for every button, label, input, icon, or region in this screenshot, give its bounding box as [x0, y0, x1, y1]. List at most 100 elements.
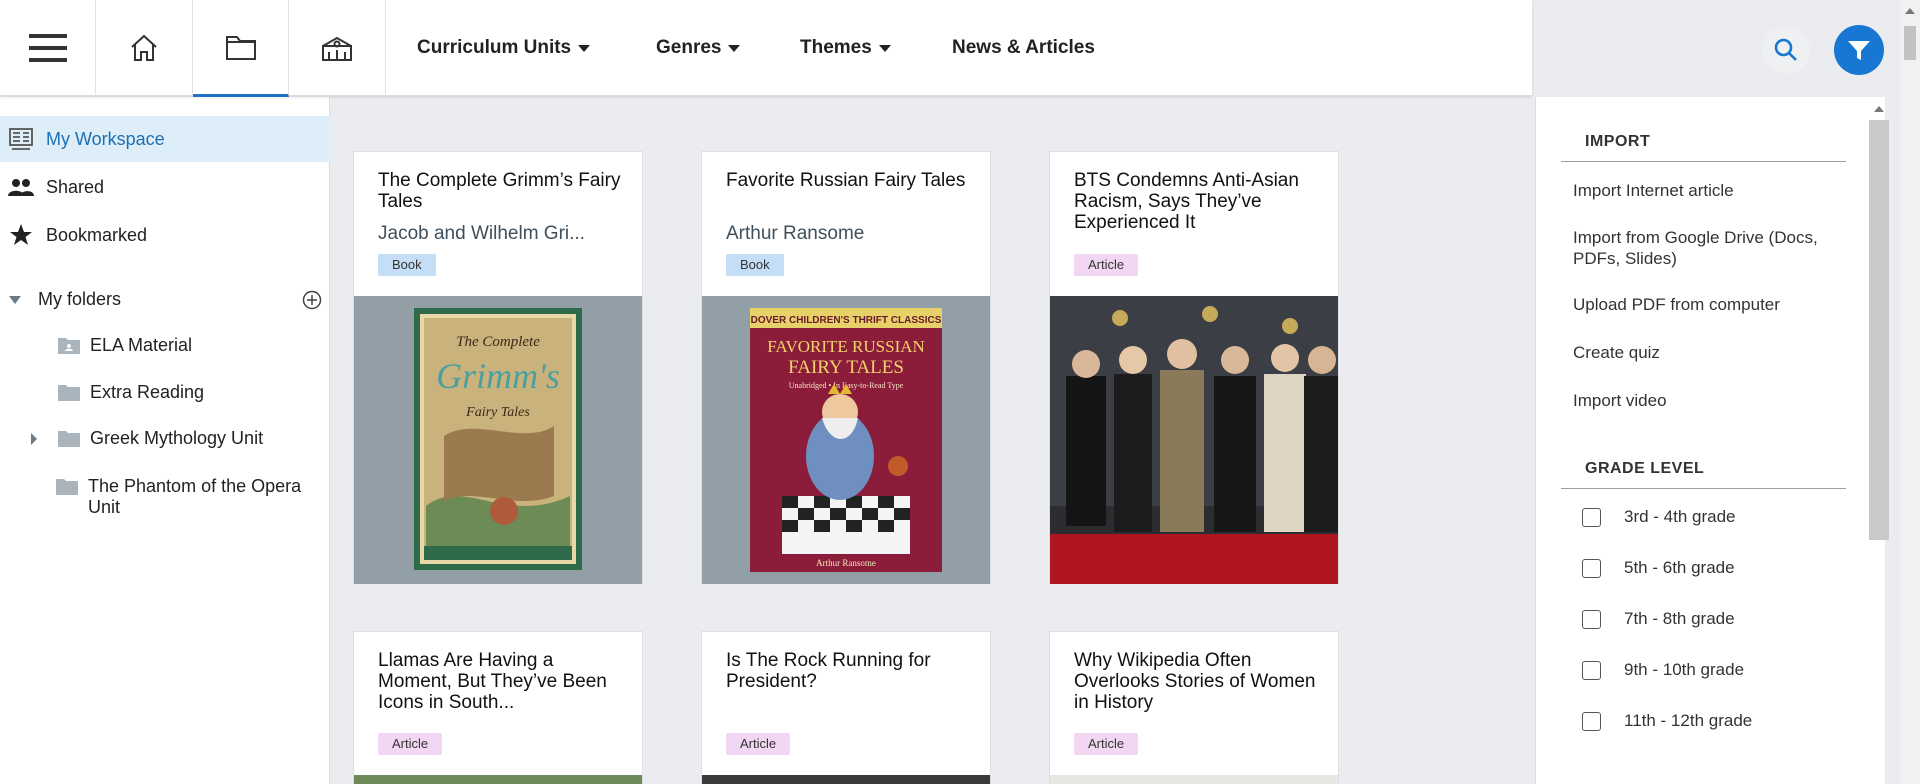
folder-icon	[56, 479, 78, 495]
add-circle-icon	[302, 290, 322, 310]
caret-down-icon	[9, 295, 21, 304]
scroll-up-arrow[interactable]	[1905, 8, 1915, 14]
menu-genres[interactable]: Genres	[656, 0, 741, 96]
content-card[interactable]: The Complete Grimm’s Fairy Tales Jacob a…	[353, 151, 643, 584]
sidebar-item-my-workspace[interactable]: My Workspace	[0, 116, 330, 162]
page-scrollbar[interactable]	[1900, 0, 1920, 784]
book-cover-image: DOVER CHILDREN'S THRIFT CLASSICS FAVORIT…	[702, 296, 990, 584]
menu-label: News & Articles	[952, 37, 1095, 58]
menu-news-articles[interactable]: News & Articles	[952, 0, 1095, 96]
workspace-icon	[8, 126, 34, 152]
search-icon	[1774, 38, 1797, 61]
page-scrollbar-thumb[interactable]	[1904, 26, 1916, 60]
add-folder-button[interactable]	[302, 290, 322, 315]
grade-label: 7th - 8th grade	[1624, 609, 1735, 628]
menu-label: Themes	[800, 37, 872, 58]
sidebar-item-label: My Workspace	[46, 128, 165, 149]
content-card[interactable]: Favorite Russian Fairy Tales Arthur Rans…	[701, 151, 991, 584]
folder-item-ela-material[interactable]: ELA Material	[58, 335, 192, 356]
caret-down-icon	[878, 44, 891, 52]
content-card[interactable]: Is The Rock Running for President? Artic…	[701, 631, 991, 784]
import-google-drive[interactable]: Import from Google Drive (Docs, PDFs, Sl…	[1573, 227, 1853, 269]
grade-label: 11th - 12th grade	[1624, 711, 1753, 730]
card-type-badge: Book	[726, 254, 784, 276]
card-type-badge: Book	[378, 254, 436, 276]
top-navigation-bar: Curriculum Units Genres Themes News & Ar…	[0, 0, 1884, 97]
card-author: Arthur Ransome	[726, 223, 865, 244]
grade-option[interactable]: 9th - 10th grade	[1582, 660, 1744, 680]
home-icon	[131, 34, 157, 61]
article-photo	[1050, 775, 1338, 784]
menu-curriculum-units[interactable]: Curriculum Units	[417, 0, 591, 96]
upload-pdf[interactable]: Upload PDF from computer	[1573, 294, 1853, 315]
star-icon	[8, 222, 34, 248]
folder-item-phantom-of-the-opera-unit[interactable]: The Phantom of the Opera Unit	[56, 476, 326, 518]
expand-folder-toggle[interactable]	[30, 432, 38, 451]
checkbox[interactable]	[1582, 609, 1601, 629]
card-type-badge: Article	[1074, 254, 1139, 276]
search-button[interactable]	[1762, 26, 1810, 74]
library-button[interactable]	[289, 0, 386, 96]
checkbox[interactable]	[1582, 507, 1601, 527]
card-title: BTS Condemns Anti-Asian Racism, Says The…	[1074, 170, 1299, 233]
import-internet-article[interactable]: Import Internet article	[1573, 180, 1853, 201]
folder-label: Greek Mythology Unit	[90, 428, 264, 448]
cover-text: Grimm's	[436, 356, 560, 396]
menu-themes[interactable]: Themes	[800, 0, 891, 96]
sidebar-item-shared[interactable]: Shared	[0, 164, 330, 210]
folder-label: The Phantom of the Opera Unit	[88, 476, 302, 517]
caret-down-icon	[578, 44, 591, 52]
cover-text: Arthur Ransome	[816, 558, 876, 568]
grade-label: 5th - 6th grade	[1624, 558, 1735, 577]
grade-option[interactable]: 7th - 8th grade	[1582, 609, 1735, 629]
grade-option[interactable]: 5th - 6th grade	[1582, 558, 1735, 578]
folder-label: ELA Material	[90, 335, 193, 355]
grade-option[interactable]: 3rd - 4th grade	[1582, 507, 1736, 527]
library-icon	[322, 36, 352, 61]
my-folders-toggle[interactable]: My folders	[8, 289, 121, 310]
card-title: Why Wikipedia Often Overlooks Stories of…	[1074, 650, 1316, 713]
panel-scrollbar-thumb[interactable]	[1869, 120, 1889, 540]
sidebar-item-label: Shared	[46, 176, 105, 197]
panel-scroll-up-arrow[interactable]	[1874, 106, 1884, 112]
menu-button[interactable]	[0, 0, 96, 96]
folder-item-extra-reading[interactable]: Extra Reading	[58, 382, 204, 403]
card-type-badge: Article	[378, 733, 443, 755]
sidebar: My Workspace Shared Bookmarked My folder…	[0, 97, 330, 784]
create-quiz[interactable]: Create quiz	[1573, 342, 1853, 363]
content-card[interactable]: Why Wikipedia Often Overlooks Stories of…	[1049, 631, 1339, 784]
right-panel: IMPORT Import Internet article Import fr…	[1535, 97, 1885, 784]
cover-text: The Complete	[456, 334, 540, 350]
content-card[interactable]: BTS Condemns Anti-Asian Racism, Says The…	[1049, 151, 1339, 584]
article-photo	[1050, 296, 1338, 584]
checkbox[interactable]	[1582, 558, 1601, 578]
checkbox[interactable]	[1582, 660, 1601, 680]
my-folders-heading: My folders	[38, 289, 122, 309]
content-card[interactable]: Llamas Are Having a Moment, But They’ve …	[353, 631, 643, 784]
checkbox[interactable]	[1582, 711, 1601, 731]
folder-icon	[58, 431, 80, 447]
grade-label: 9th - 10th grade	[1624, 660, 1745, 679]
caret-right-icon	[31, 433, 37, 445]
menu-label: Genres	[656, 37, 722, 58]
cover-text: FAIRY TALES	[788, 357, 904, 378]
filter-icon	[1848, 41, 1870, 60]
card-title: The Complete Grimm’s Fairy Tales	[378, 170, 621, 212]
folder-label: Extra Reading	[90, 382, 205, 402]
grade-option[interactable]: 11th - 12th grade	[1582, 711, 1752, 731]
caret-down-icon	[728, 44, 741, 52]
article-photo	[354, 775, 642, 784]
menu-icon	[28, 34, 67, 62]
sidebar-item-label: Bookmarked	[46, 224, 148, 245]
grade-level-heading: GRADE LEVEL	[1561, 460, 1846, 489]
card-title: Is The Rock Running for President?	[726, 650, 931, 692]
folder-item-greek-mythology-unit[interactable]: Greek Mythology Unit	[58, 428, 263, 449]
people-icon	[8, 174, 34, 200]
import-video[interactable]: Import video	[1573, 390, 1853, 411]
filter-button[interactable]	[1834, 25, 1884, 75]
card-type-badge: Article	[726, 733, 791, 755]
import-heading: IMPORT	[1561, 133, 1846, 162]
sidebar-item-bookmarked[interactable]: Bookmarked	[0, 212, 330, 258]
home-button[interactable]	[96, 0, 193, 96]
workspace-tab[interactable]	[193, 0, 289, 97]
